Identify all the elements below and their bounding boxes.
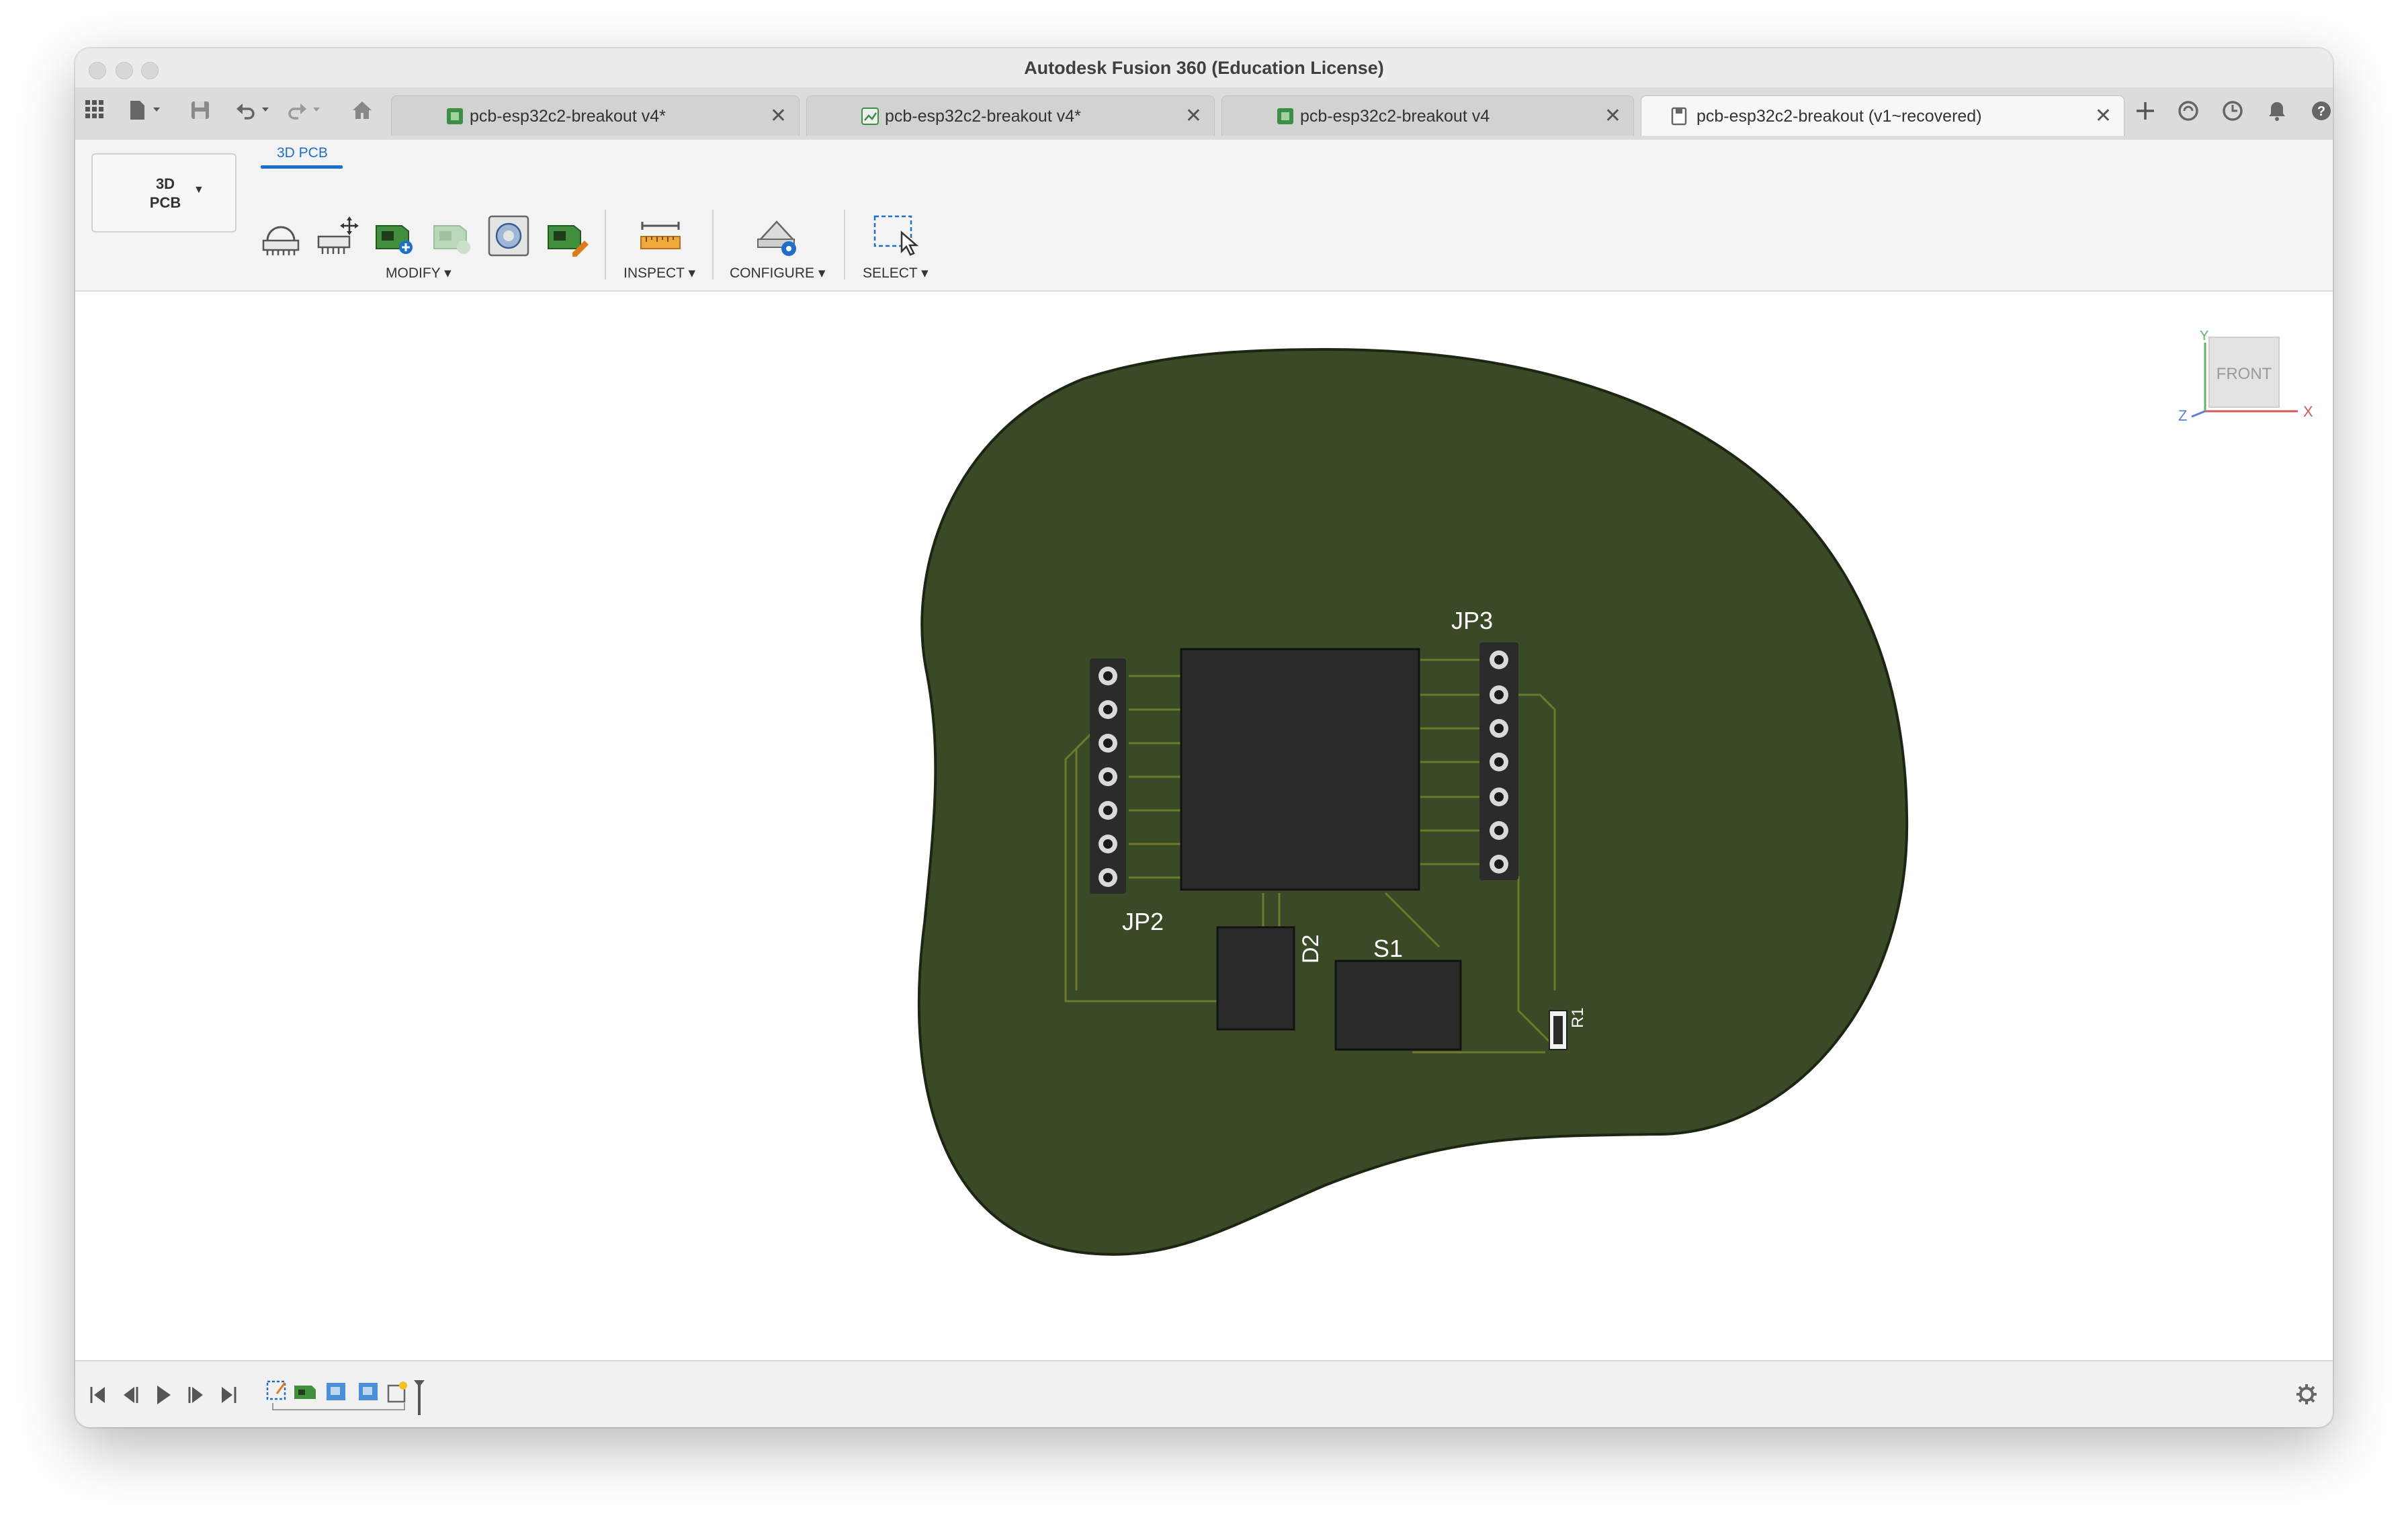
timeline-feature-move-icon[interactable] (387, 1382, 407, 1403)
tab-label: pcb-esp32c2-breakout (v1~recovered) (1696, 107, 1982, 126)
file-menu-icon[interactable] (128, 99, 165, 121)
play-icon[interactable] (157, 1386, 171, 1404)
svg-text:?: ? (2317, 104, 2325, 119)
window-select-icon[interactable] (872, 214, 919, 257)
d2-label: D2 (1298, 935, 1324, 964)
workspace-label-line2: PCB (149, 194, 181, 211)
active-tab-underline (261, 165, 343, 169)
notifications-bell-icon[interactable] (2266, 99, 2288, 122)
axis-z-label: Z (2178, 407, 2187, 424)
ribbon-toolbar: 3D PCB ▼ 3D PCB MODIFY ▾ INSPECT ▾ CONFI… (75, 140, 2333, 292)
save-icon[interactable] (189, 99, 211, 121)
inspect-menu[interactable]: INSPECT ▾ (624, 265, 695, 282)
pcb-3d-view[interactable]: JP2 JP3 S1 D2 R1 FRONT X Y Z (75, 292, 2333, 1407)
tab-bar: pcb-esp32c2-breakout v4* ✕ pcb-esp32c2-b… (75, 87, 2333, 140)
pull-board-icon-disabled[interactable] (429, 214, 476, 258)
previous-step-icon[interactable] (124, 1387, 138, 1403)
tab-label: pcb-esp32c2-breakout v4* (885, 107, 1081, 126)
move-component-icon[interactable] (314, 215, 360, 257)
last-step-icon[interactable] (222, 1387, 236, 1403)
s1-label: S1 (1373, 935, 1403, 962)
jp2-header[interactable] (1090, 659, 1126, 894)
chevron-down-icon: ▼ (194, 184, 204, 196)
tab-document-3[interactable]: pcb-esp32c2-breakout v4 ✕ (1221, 95, 1634, 136)
component-library-icon[interactable] (486, 214, 531, 258)
r1-resistor-body (1553, 1016, 1563, 1044)
timeline-feature-body-icon-2[interactable] (359, 1383, 378, 1400)
close-tab-icon[interactable]: ✕ (1604, 104, 1621, 128)
workspace-tab-3d-pcb[interactable]: 3D PCB (277, 145, 328, 161)
close-tab-icon[interactable]: ✕ (770, 104, 787, 128)
toolbar-separator (605, 210, 606, 280)
toolbar-separator (844, 210, 845, 280)
axis-x-label: X (2303, 403, 2313, 420)
board-settings-icon[interactable] (754, 212, 801, 258)
tab-label: pcb-esp32c2-breakout v4 (1300, 107, 1490, 126)
tab-document-2[interactable]: pcb-esp32c2-breakout v4* ✕ (806, 95, 1215, 136)
jp3-header[interactable] (1479, 642, 1518, 880)
configure-menu[interactable]: CONFIGURE ▾ (730, 265, 825, 282)
timeline-playback-controls (90, 1386, 236, 1404)
timeline-feature-body-icon[interactable] (327, 1383, 345, 1400)
redo-icon[interactable] (285, 99, 325, 121)
viewcube-front-face[interactable]: FRONT (2217, 365, 2272, 383)
board-icon (1277, 108, 1293, 124)
toolbar-separator (712, 210, 714, 280)
close-tab-icon[interactable]: ✕ (1185, 104, 1202, 128)
timeline-features (266, 1380, 425, 1415)
viewport-canvas[interactable]: JP2 JP3 S1 D2 R1 FRONT X Y Z (75, 292, 2333, 1407)
modify-menu[interactable]: MODIFY ▾ (386, 265, 452, 282)
select-menu[interactable]: SELECT ▾ (863, 265, 929, 282)
esp32-chip[interactable] (1180, 648, 1420, 891)
tab-document-1[interactable]: pcb-esp32c2-breakout v4* ✕ (391, 95, 800, 136)
axis-y-label: Y (2200, 329, 2208, 343)
tab-document-4-active[interactable]: pcb-esp32c2-breakout (v1~recovered) ✕ (1641, 95, 2124, 136)
help-icon[interactable]: ? (2310, 99, 2333, 122)
timeline-settings-gear-icon[interactable] (2295, 1383, 2318, 1406)
push-to-3d-icon[interactable] (258, 215, 304, 257)
first-step-icon[interactable] (90, 1387, 105, 1403)
title-bar: Autodesk Fusion 360 (Education License) (75, 48, 2333, 88)
next-step-icon[interactable] (188, 1387, 203, 1403)
timeline-bar (75, 1360, 2333, 1427)
schematic-icon (861, 108, 879, 125)
jp3-label: JP3 (1451, 607, 1493, 634)
edit-board-icon[interactable] (543, 214, 590, 258)
document-icon (1671, 107, 1687, 126)
update-board-icon[interactable] (371, 214, 418, 258)
tab-label: pcb-esp32c2-breakout v4* (470, 107, 666, 126)
viewcube[interactable]: FRONT X Y Z (2178, 329, 2313, 424)
undo-icon[interactable] (234, 99, 274, 121)
jp2-label: JP2 (1122, 908, 1164, 935)
board-icon (447, 108, 463, 124)
workspace-label: 3D PCB (145, 175, 185, 212)
s1-switch[interactable] (1334, 960, 1462, 1051)
timeline-feature-sketch-icon[interactable] (266, 1380, 286, 1400)
close-tab-icon[interactable]: ✕ (2095, 104, 2112, 128)
timeline-feature-board-icon[interactable] (294, 1386, 316, 1399)
r1-label: R1 (1569, 1007, 1587, 1028)
timeline-marker[interactable] (414, 1380, 425, 1415)
workspace-switcher[interactable]: 3D PCB ▼ (91, 153, 236, 232)
app-window: Autodesk Fusion 360 (Education License) … (75, 48, 2333, 1427)
job-status-icon[interactable] (2221, 99, 2244, 122)
app-grid-icon[interactable] (85, 99, 105, 120)
extensions-icon[interactable] (2177, 99, 2200, 122)
workspace-label-line1: 3D (155, 175, 175, 192)
home-icon[interactable] (351, 99, 374, 121)
d2-component[interactable] (1216, 926, 1295, 1031)
new-tab-icon[interactable] (2134, 99, 2157, 122)
window-title: Autodesk Fusion 360 (Education License) (1024, 58, 1384, 78)
measure-icon[interactable] (638, 219, 683, 253)
